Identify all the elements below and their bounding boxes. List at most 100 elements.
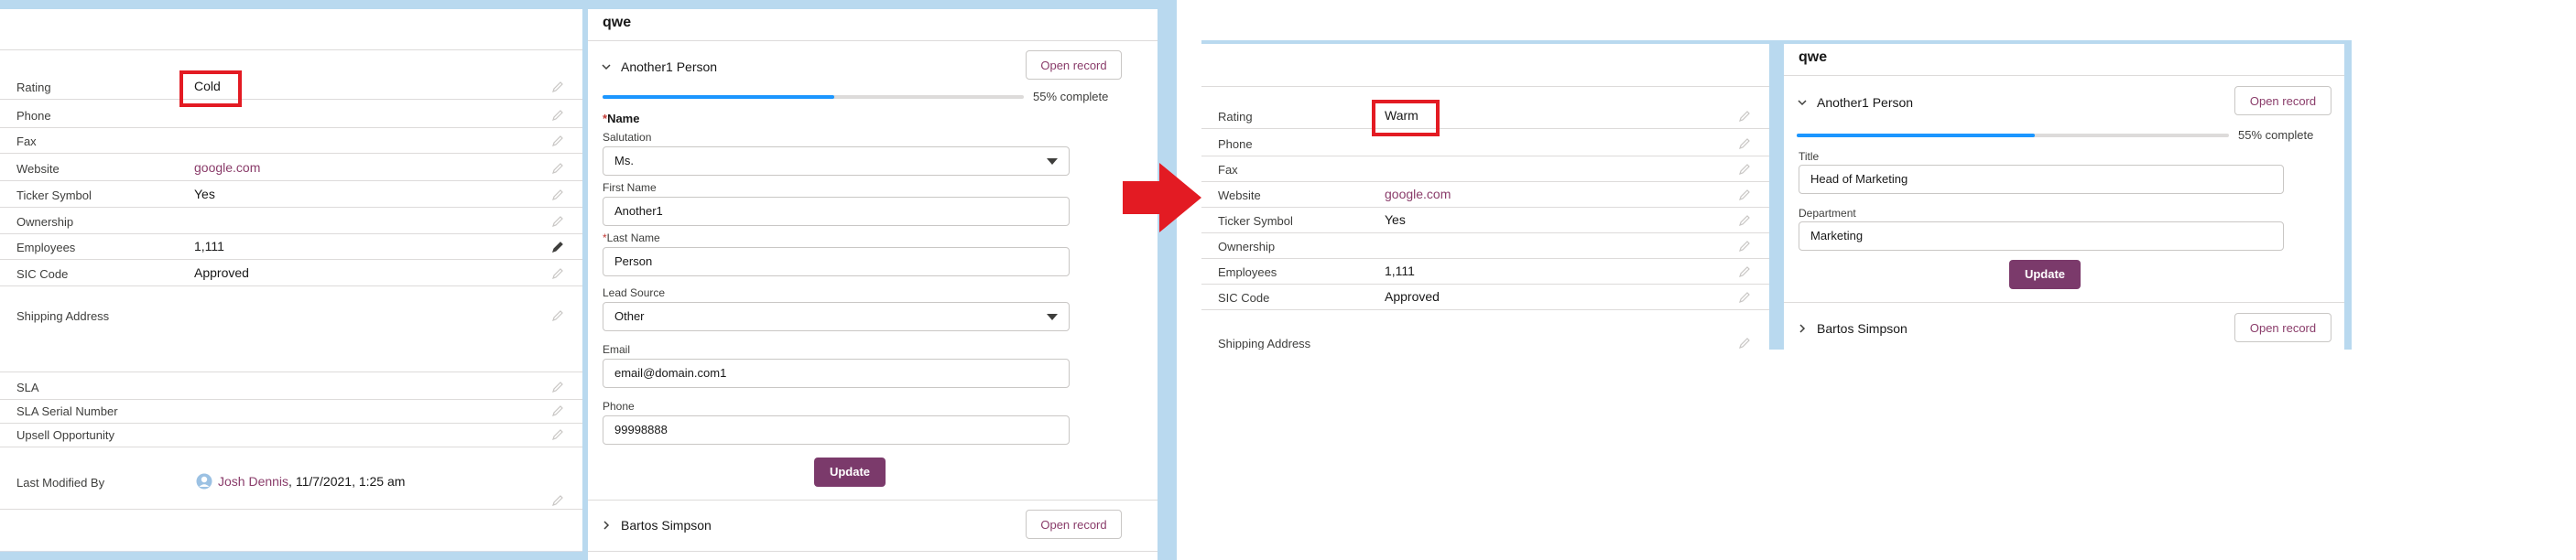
pencil-icon[interactable] bbox=[1738, 265, 1751, 278]
field-value: Yes bbox=[1385, 212, 1406, 227]
pencil-icon[interactable] bbox=[551, 162, 564, 175]
lead-source-select[interactable]: Other bbox=[603, 302, 1070, 331]
title-divider bbox=[588, 40, 1158, 41]
pencil-icon[interactable] bbox=[551, 494, 564, 507]
open-record-button[interactable]: Open record bbox=[1026, 50, 1122, 80]
field-shipping-address: Shipping Address bbox=[1201, 329, 1769, 350]
last-name-label: *Last Name bbox=[603, 232, 660, 244]
section-name: Bartos Simpson bbox=[1817, 321, 1908, 336]
field-label: Upsell Opportunity bbox=[16, 428, 114, 442]
user-link[interactable]: Josh Dennis bbox=[218, 474, 288, 489]
flow-panel-before: qwe Another1 Person Open record 55% comp… bbox=[588, 9, 1158, 560]
pencil-icon[interactable] bbox=[551, 109, 564, 122]
flow-title: qwe bbox=[1799, 49, 1828, 65]
pencil-icon[interactable] bbox=[1738, 188, 1751, 201]
pencil-icon[interactable] bbox=[1738, 214, 1751, 227]
department-input[interactable]: Marketing bbox=[1799, 221, 2284, 251]
field-sla: SLA bbox=[0, 373, 582, 400]
field-label: Last Modified By bbox=[16, 476, 105, 490]
field-label: Phone bbox=[16, 109, 51, 123]
section-divider bbox=[588, 551, 1158, 552]
field-website: Website google.com bbox=[0, 155, 582, 181]
phone-label: Phone bbox=[603, 400, 635, 413]
pencil-icon[interactable] bbox=[1738, 291, 1751, 304]
progress-bar bbox=[603, 95, 1024, 99]
update-button[interactable]: Update bbox=[2009, 260, 2081, 289]
pencil-icon[interactable] bbox=[551, 188, 564, 201]
phone-input[interactable]: 99998888 bbox=[603, 415, 1070, 445]
open-record-button[interactable]: Open record bbox=[2234, 86, 2331, 115]
footer-divider bbox=[0, 509, 582, 510]
email-label: Email bbox=[603, 343, 631, 356]
section-another1-person[interactable]: Another1 Person bbox=[1797, 95, 1913, 110]
chevron-right-icon bbox=[1799, 324, 1806, 333]
arrow-right-icon bbox=[1123, 163, 1201, 232]
pencil-icon[interactable] bbox=[1738, 110, 1751, 123]
field-last-modified: Last Modified By Josh Dennis, 11/7/2021,… bbox=[0, 468, 582, 494]
field-value: Approved bbox=[194, 265, 249, 280]
pencil-icon[interactable] bbox=[551, 381, 564, 393]
pencil-icon[interactable] bbox=[551, 215, 564, 228]
section-bartos-simpson[interactable]: Bartos Simpson bbox=[601, 518, 712, 533]
pencil-icon[interactable] bbox=[551, 135, 564, 147]
field-label: Fax bbox=[16, 135, 37, 148]
salutation-value: Ms. bbox=[614, 154, 634, 167]
progress-text: 55% complete bbox=[2238, 128, 2314, 142]
caret-down-icon bbox=[1047, 314, 1058, 320]
field-label: Shipping Address bbox=[16, 309, 110, 323]
first-name-input[interactable]: Another1 bbox=[603, 197, 1070, 226]
pencil-icon[interactable] bbox=[551, 267, 564, 280]
field-value: 1,111 bbox=[194, 239, 224, 253]
field-website: Website google.com bbox=[1201, 181, 1769, 208]
field-label: Ticker Symbol bbox=[16, 188, 92, 202]
section-divider bbox=[1784, 302, 2344, 303]
open-record-button[interactable]: Open record bbox=[2234, 313, 2331, 342]
pencil-icon[interactable] bbox=[551, 309, 564, 322]
email-input[interactable]: email@domain.com1 bbox=[603, 359, 1070, 388]
field-sic-code: SIC Code Approved bbox=[0, 260, 582, 286]
pencil-icon[interactable] bbox=[1738, 163, 1751, 176]
field-rating: Rating Cold bbox=[0, 73, 582, 100]
field-label: SLA bbox=[16, 381, 39, 394]
title-label: Title bbox=[1799, 150, 1820, 163]
record-details-panel-before: Rating Cold Phone Fax Website google.com… bbox=[0, 9, 582, 552]
field-ticker-symbol: Ticker Symbol Yes bbox=[0, 181, 582, 208]
pencil-icon[interactable] bbox=[551, 241, 564, 253]
section-bartos-simpson[interactable]: Bartos Simpson bbox=[1797, 321, 1908, 336]
field-ticker-symbol: Ticker Symbol Yes bbox=[1201, 207, 1769, 233]
field-label: Ownership bbox=[16, 215, 74, 229]
pencil-icon[interactable] bbox=[1738, 337, 1751, 350]
website-link[interactable]: google.com bbox=[1385, 187, 1451, 201]
field-label: Fax bbox=[1218, 163, 1238, 177]
field-label: SLA Serial Number bbox=[16, 404, 118, 418]
pencil-icon[interactable] bbox=[551, 428, 564, 441]
update-button[interactable]: Update bbox=[814, 458, 886, 487]
field-sic-code: SIC Code Approved bbox=[1201, 284, 1769, 310]
pencil-icon[interactable] bbox=[551, 404, 564, 417]
lead-source-label: Lead Source bbox=[603, 286, 666, 299]
first-name-label: First Name bbox=[603, 181, 657, 194]
section-another1-person[interactable]: Another1 Person bbox=[601, 59, 717, 74]
progress-fill bbox=[603, 95, 834, 99]
header-divider bbox=[0, 49, 582, 50]
pencil-icon[interactable] bbox=[1738, 240, 1751, 253]
section-name: Bartos Simpson bbox=[621, 518, 712, 533]
name-section-label: *Name bbox=[603, 112, 640, 125]
website-link[interactable]: google.com bbox=[194, 160, 260, 175]
field-label: SIC Code bbox=[1218, 291, 1270, 305]
field-value: 1,111 bbox=[1385, 264, 1415, 278]
open-record-button[interactable]: Open record bbox=[1026, 510, 1122, 539]
department-label: Department bbox=[1799, 207, 1856, 220]
field-value: Approved bbox=[1385, 289, 1440, 304]
pencil-icon[interactable] bbox=[551, 81, 564, 93]
field-rating: Rating Warm bbox=[1201, 102, 1769, 129]
salutation-select[interactable]: Ms. bbox=[603, 146, 1070, 176]
pencil-icon[interactable] bbox=[1738, 137, 1751, 150]
field-sla-serial-number: SLA Serial Number bbox=[0, 397, 582, 424]
title-input[interactable]: Head of Marketing bbox=[1799, 165, 2284, 194]
field-label: Website bbox=[16, 162, 60, 176]
last-modified-text: Josh Dennis, 11/7/2021, 1:25 am bbox=[218, 474, 405, 489]
chevron-down-icon bbox=[1798, 100, 1807, 106]
chevron-down-icon bbox=[602, 64, 611, 70]
last-name-input[interactable]: Person bbox=[603, 247, 1070, 276]
